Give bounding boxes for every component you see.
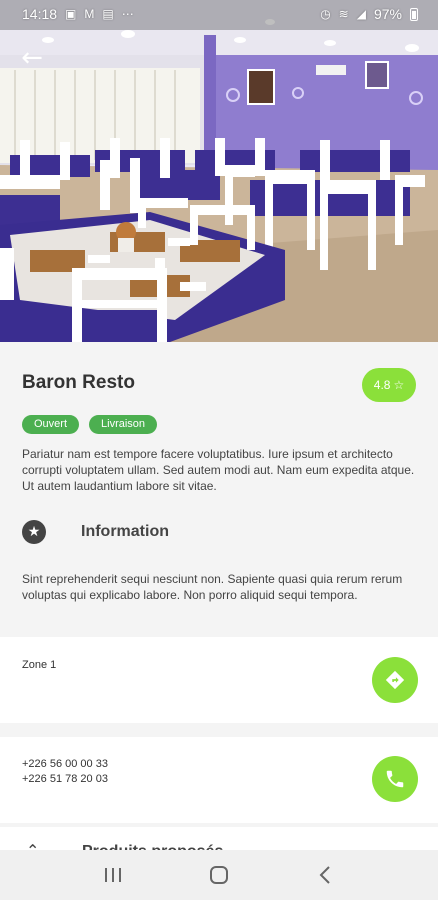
star-outline-icon: ☆	[393, 378, 405, 392]
tag-list: Ouvert Livraison	[22, 415, 158, 434]
back-chevron-icon	[319, 866, 330, 884]
alarm-icon: ◷	[320, 7, 331, 21]
tag-open: Ouvert	[22, 415, 80, 434]
zone-label: Zone 1	[22, 659, 57, 671]
back-arrow-icon[interactable]: ←	[14, 40, 50, 76]
phone-number-1: +226 56 00 00 33	[22, 758, 108, 770]
home-button[interactable]	[199, 855, 239, 895]
star-badge-icon: ★	[22, 520, 46, 544]
information-title: Information	[81, 523, 169, 540]
status-right: ◷ ≋ ◢ 97%	[320, 6, 418, 22]
information-header: ★ Information	[22, 520, 169, 544]
contact-panel: +226 56 00 00 33 +226 51 78 20 03	[0, 737, 438, 823]
recent-apps-button[interactable]	[93, 855, 133, 895]
back-button[interactable]	[305, 855, 345, 895]
call-button[interactable]	[372, 756, 418, 802]
restaurant-details: Baron Resto 4.8 ☆ Ouvert Livraison Paria…	[0, 342, 438, 634]
wifi-icon: ≋	[338, 7, 349, 21]
signal-icon: ◢	[356, 7, 366, 21]
rating-badge: 4.8 ☆	[362, 368, 416, 402]
status-bar: 14:18 ▣ M ▤ ⋯ ◷ ≋ ◢ 97%	[0, 0, 438, 28]
restaurant-photo	[0, 0, 438, 342]
rating-value: 4.8	[373, 378, 391, 392]
phone-icon	[386, 770, 404, 788]
home-icon	[210, 866, 228, 884]
battery-icon	[410, 7, 418, 21]
phone-number-2: +226 51 78 20 03	[22, 773, 108, 785]
system-navigation-bar	[0, 850, 438, 900]
directions-icon	[385, 670, 405, 690]
phone-numbers: +226 56 00 00 33 +226 51 78 20 03	[22, 757, 108, 787]
gmail-icon: M	[84, 7, 95, 21]
gallery-icon: ▤	[102, 7, 114, 21]
status-left: 14:18 ▣ M ▤ ⋯	[22, 6, 134, 22]
recent-apps-icon	[105, 868, 121, 882]
battery-percent: 97%	[373, 6, 402, 22]
information-text: Sint reprehenderit sequi nesciunt non. S…	[22, 572, 403, 602]
restaurant-name: Baron Resto	[22, 372, 135, 393]
location-panel: Zone 1	[0, 637, 438, 723]
directions-button[interactable]	[372, 657, 418, 703]
image-icon: ▣	[65, 7, 77, 21]
tag-delivery: Livraison	[89, 415, 158, 434]
restaurant-description: Pariatur nam est tempore facere voluptat…	[22, 447, 415, 493]
clock: 14:18	[22, 6, 58, 22]
more-icon: ⋯	[121, 7, 134, 21]
